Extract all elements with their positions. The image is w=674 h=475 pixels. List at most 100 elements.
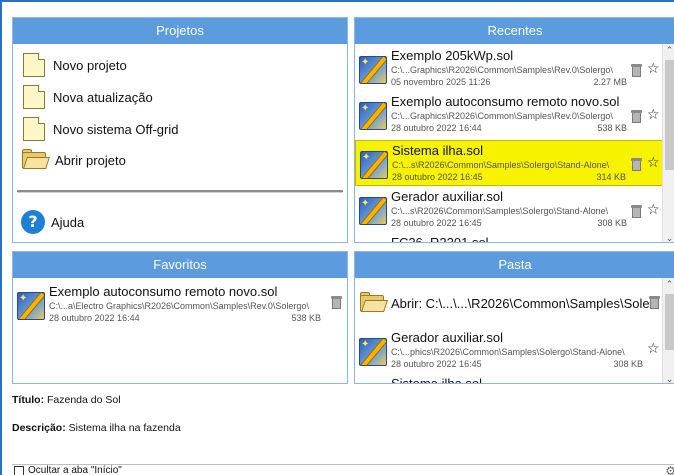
file-name: Sistema ilha.sol [391, 376, 483, 384]
file-name: Sistema ilha.sol [392, 143, 484, 158]
scrollbar-thumb[interactable] [665, 60, 674, 170]
new-project-label: Novo projeto [53, 57, 127, 73]
file-path: C:\...s\R2026\Common\Samples\Solergo\Sta… [392, 160, 610, 170]
help-icon: ? [21, 210, 45, 234]
file-date: 28 outubro 2022 16:44 [391, 123, 482, 133]
solergo-file-icon: ✦ [17, 292, 45, 320]
file-size: 538 KB [291, 313, 321, 323]
folder-panel-title: Pasta [355, 252, 674, 278]
recent-panel: Recentes ✦ Exemplo 205kWp.sol C:\...Grap… [354, 17, 674, 243]
new-update-label: Nova atualização [53, 89, 153, 105]
new-document-icon [21, 117, 47, 141]
favorites-panel: Favoritos ✦ Exemplo autoconsumo remoto n… [12, 251, 348, 384]
solergo-file-icon: ✦ [359, 197, 387, 225]
folder-item[interactable]: ✦ Gerador auxiliar.sol C:\...phics\R2026… [355, 328, 663, 374]
file-name: Gerador auxiliar.sol [391, 189, 503, 204]
solergo-file-icon: ✦ [359, 338, 387, 366]
recent-item[interactable]: ✦ Gerador auxiliar.sol C:\...s\R2026\Com… [355, 187, 663, 233]
solergo-file-icon: ✦ [359, 102, 387, 130]
title-label: Título: [12, 394, 45, 406]
solergo-file-icon: ✦ [359, 56, 387, 84]
folder-panel: Pasta Abrir: C:\...\...\R2026\Common\Sam… [354, 251, 674, 384]
file-path: C:\...Graphics\R2026\Common\Samples\Rev.… [391, 65, 613, 75]
trash-icon[interactable] [631, 110, 642, 123]
file-size: 308 KB [597, 218, 627, 228]
file-name: Gerador auxiliar.sol [391, 330, 503, 345]
favorite-star-icon[interactable]: ☆ [647, 108, 660, 122]
folder-scrollbar[interactable]: ⌃ ⌄ [662, 278, 674, 383]
file-path: C:\...s\R2026\Common\Samples\Solergo\Sta… [391, 206, 609, 216]
trash-icon[interactable] [649, 296, 660, 309]
recent-scrollbar[interactable]: ⌃ ⌄ [662, 44, 674, 242]
folder-list: Abrir: C:\...\...\R2026\Common\Samples\S… [355, 278, 663, 384]
new-offgrid-label: Novo sistema Off-grid [53, 121, 179, 137]
file-size: 308 KB [613, 359, 643, 369]
project-info: Título: Fazenda do Sol Descrição: Sistem… [12, 388, 674, 458]
trash-icon[interactable] [331, 296, 342, 309]
file-name: Exemplo autoconsumo remoto novo.sol [391, 94, 620, 109]
trash-icon[interactable] [631, 158, 642, 171]
open-folder-label: Abrir: C:\...\...\R2026\Common\Samples\S… [391, 296, 654, 311]
new-document-icon [21, 53, 47, 77]
help-button[interactable]: ? Ajuda [21, 209, 84, 235]
scroll-down-icon[interactable]: ⌄ [663, 373, 674, 383]
file-date: 28 outubro 2022 16:44 [49, 313, 140, 323]
recent-item[interactable]: ✦ Exemplo 205kWp.sol C:\...Graphics\R202… [355, 46, 663, 92]
project-description: Descrição: Sistema ilha na fazenda [12, 422, 181, 434]
projects-panel: Projetos Novo projeto Nova atualização N… [12, 17, 348, 243]
file-date: 28 outubro 2022 16:45 [392, 172, 483, 182]
projects-panel-title: Projetos [13, 18, 347, 44]
open-folder-icon [21, 149, 50, 171]
divider [17, 190, 343, 193]
file-size: 538 KB [597, 123, 627, 133]
recent-panel-title: Recentes [355, 18, 674, 44]
favorite-star-icon[interactable]: ☆ [647, 203, 660, 217]
file-path: C:\...Graphics\R2026\Common\Samples\Rev.… [391, 111, 613, 121]
file-size: 314 KB [596, 172, 626, 182]
recent-item[interactable]: ✦ FC26_R2201.sol [355, 233, 663, 243]
file-size: 2.27 MB [593, 77, 627, 87]
open-project-label: Abrir projeto [55, 152, 126, 168]
new-update-button[interactable]: Nova atualização [21, 84, 153, 110]
recent-item-selected[interactable]: ✦ Sistema ilha.sol C:\...s\R2026\Common\… [355, 140, 663, 186]
hide-start-tab-checkbox[interactable] [14, 466, 24, 475]
open-project-button[interactable]: Abrir projeto [21, 147, 126, 173]
scroll-up-icon[interactable]: ⌃ [663, 44, 674, 56]
new-document-icon [21, 85, 47, 109]
help-label: Ajuda [51, 214, 85, 230]
trash-icon[interactable] [631, 64, 642, 77]
open-folder-icon [359, 292, 388, 314]
file-date: 28 outubro 2022 16:45 [391, 218, 482, 228]
settings-gear-icon[interactable]: ⚙ [665, 464, 674, 475]
file-name: Exemplo autoconsumo remoto novo.sol [49, 284, 278, 299]
trash-icon[interactable] [631, 205, 642, 218]
favorite-star-icon[interactable]: ☆ [647, 342, 660, 356]
scroll-down-icon[interactable]: ⌄ [663, 232, 674, 242]
folder-item[interactable]: ✦ Sistema ilha.sol [355, 374, 663, 384]
recent-item[interactable]: ✦ Exemplo autoconsumo remoto novo.sol C:… [355, 92, 663, 138]
file-date: 28 outubro 2022 16:45 [391, 359, 482, 369]
file-path: C:\...a\Electro Graphics\R2026\Common\Sa… [49, 301, 309, 311]
start-window: Projetos Novo projeto Nova atualização N… [0, 0, 674, 475]
scrollbar-thumb[interactable] [665, 294, 674, 350]
solergo-file-icon: ✦ [360, 151, 388, 179]
hide-start-tab-label[interactable]: Ocultar a aba "Início" [28, 465, 122, 475]
open-folder-button[interactable]: Abrir: C:\...\...\R2026\Common\Samples\S… [355, 288, 663, 318]
favorite-star-icon[interactable]: ☆ [647, 62, 660, 76]
file-date: 05 novembro 2025 11:26 [391, 77, 491, 87]
new-offgrid-button[interactable]: Novo sistema Off-grid [21, 116, 178, 142]
title-value: Fazenda do Sol [47, 394, 121, 406]
description-label: Descrição: [12, 422, 66, 434]
file-name: FC26_R2201.sol [391, 235, 489, 243]
new-project-button[interactable]: Novo projeto [21, 52, 127, 78]
recent-list: ✦ Exemplo 205kWp.sol C:\...Graphics\R202… [355, 44, 663, 243]
description-value: Sistema ilha na fazenda [68, 422, 181, 434]
file-name: Exemplo 205kWp.sol [391, 48, 514, 63]
footer-bar: Ocultar a aba "Início" ⚙ [12, 464, 674, 475]
favorite-star-icon[interactable]: ☆ [647, 156, 660, 170]
project-title: Título: Fazenda do Sol [12, 394, 121, 406]
file-path: C:\...phics\R2026\Common\Samples\Solergo… [391, 347, 625, 357]
favorites-panel-title: Favoritos [13, 252, 347, 278]
favorite-item[interactable]: ✦ Exemplo autoconsumo remoto novo.sol C:… [13, 282, 343, 328]
scroll-up-icon[interactable]: ⌃ [663, 278, 674, 290]
